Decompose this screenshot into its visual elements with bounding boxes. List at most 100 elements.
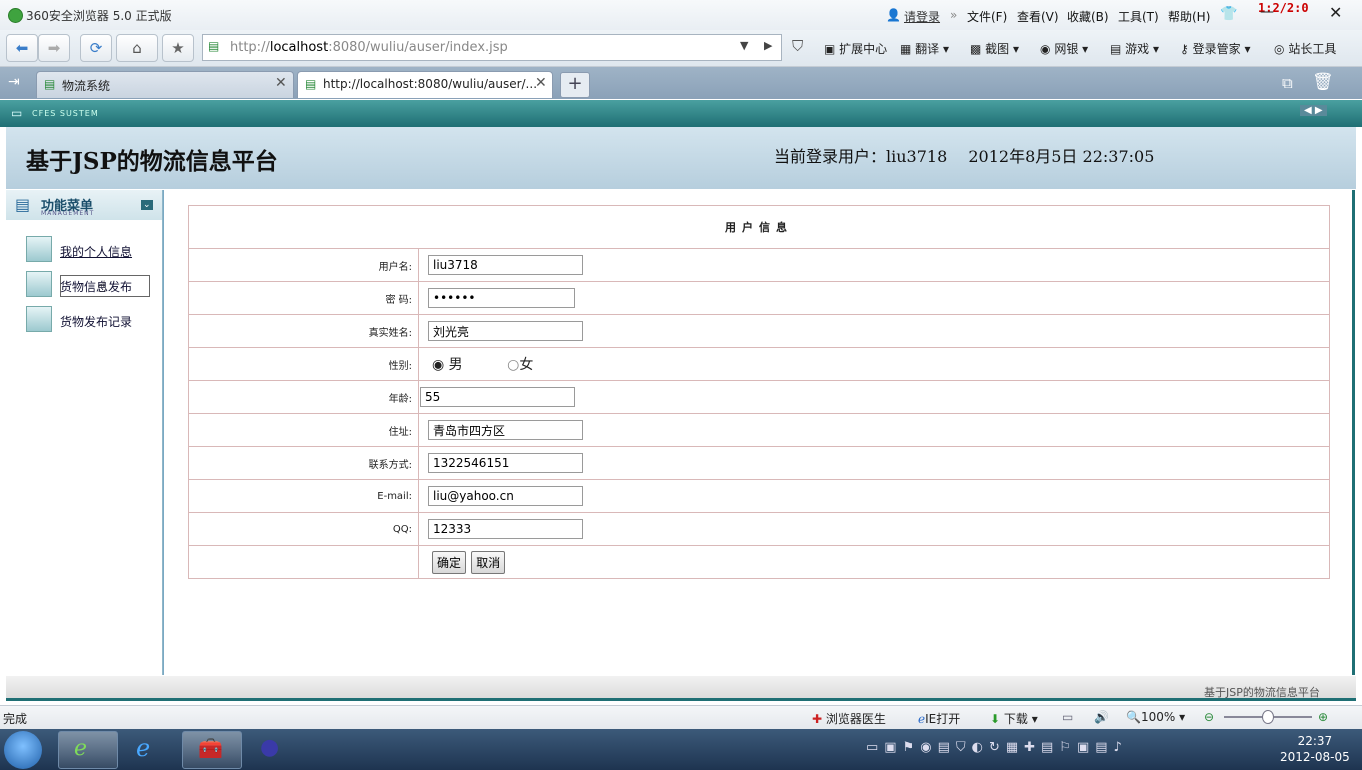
password-label: 密 码: bbox=[188, 281, 419, 315]
arrow-right-icon: ➡ bbox=[47, 39, 61, 57]
zoom-in-icon[interactable]: ⊕ bbox=[1318, 710, 1328, 724]
monitor-icon: ▭ bbox=[11, 106, 23, 120]
sidebar-item-my-info[interactable]: 我的个人信息 bbox=[60, 243, 132, 260]
menu-view[interactable]: 查看(V) bbox=[1017, 8, 1059, 25]
gender-label: 性别: bbox=[188, 347, 419, 381]
taskbar-clock[interactable]: 22:37 2012-08-05 bbox=[1280, 733, 1350, 765]
menu-icon: ▤ bbox=[15, 195, 31, 214]
download-button[interactable]: ⬇ 下载 ▾ bbox=[990, 710, 1038, 727]
gender-female-label: 女 bbox=[519, 357, 534, 373]
minimize-icon[interactable]: — bbox=[1260, 4, 1274, 20]
arrow-left-icon: ⬅ bbox=[15, 39, 29, 57]
favorite-button[interactable]: ★ bbox=[162, 34, 194, 62]
left-menu-panel bbox=[6, 190, 164, 675]
qq-label: QQ: bbox=[188, 512, 419, 546]
username-input[interactable] bbox=[428, 255, 583, 275]
clock-time: 22:37 bbox=[1297, 734, 1333, 748]
gender-female-radio[interactable]: ○ bbox=[507, 357, 519, 373]
webmaster-tools-button[interactable]: ◎ 站长工具 bbox=[1274, 40, 1336, 57]
page-icon: ▤ bbox=[44, 77, 56, 91]
menu-file[interactable]: 文件(F) bbox=[967, 8, 1007, 25]
close-window-icon[interactable]: ✕ bbox=[1329, 3, 1342, 22]
frame-band bbox=[0, 100, 1362, 127]
go-icon[interactable]: ▶ bbox=[764, 39, 772, 52]
shield-icon[interactable]: ⛉ bbox=[792, 37, 803, 55]
address-label: 住址: bbox=[188, 413, 419, 447]
browser-doctor-button[interactable]: ✚ 浏览器医生 bbox=[812, 710, 886, 727]
zoom-control[interactable]: 🔍100% ▾ bbox=[1126, 710, 1185, 724]
skin-shirt-icon[interactable]: 👕 bbox=[1220, 6, 1237, 22]
taskbar-360-browser[interactable] bbox=[58, 731, 118, 769]
login-manager-button[interactable]: ⚷ 登录管家 ▾ bbox=[1180, 40, 1250, 57]
window-title: 360安全浏览器 5.0 正式版 bbox=[26, 9, 172, 23]
username-label: 用户名: bbox=[188, 248, 419, 282]
cargo-records-icon bbox=[26, 306, 52, 332]
menu-help[interactable]: 帮助(H) bbox=[1168, 8, 1210, 25]
screenshot-button[interactable]: ▩ 截图 ▾ bbox=[970, 40, 1019, 57]
system-label: CFES SUSTEM bbox=[32, 109, 99, 118]
gender-male-radio[interactable]: ◉ bbox=[432, 357, 444, 373]
qq-input[interactable] bbox=[428, 519, 583, 539]
realname-input[interactable] bbox=[428, 321, 583, 341]
contact-label: 联系方式: bbox=[188, 446, 419, 480]
extension-center-button[interactable]: ▣ 扩展中心 bbox=[824, 40, 887, 57]
key-icon: ⚷ bbox=[1180, 42, 1189, 56]
cargo-publish-icon bbox=[26, 271, 52, 297]
window-icon[interactable]: ▭ bbox=[1062, 710, 1073, 724]
plus-icon: + bbox=[567, 73, 583, 94]
email-input[interactable] bbox=[428, 486, 583, 506]
user-icon: 👤 bbox=[886, 8, 901, 22]
trash-icon[interactable]: 🗑 bbox=[1312, 72, 1334, 92]
translate-button[interactable]: ▦ 翻译 ▾ bbox=[900, 40, 949, 57]
chevron-right-icon: » bbox=[950, 8, 958, 22]
sidebar-item-cargo-publish[interactable]: 货物信息发布 bbox=[60, 278, 132, 295]
age-label: 年龄: bbox=[188, 380, 419, 414]
menu-tools[interactable]: 工具(T) bbox=[1118, 8, 1159, 25]
zoom-slider-handle[interactable] bbox=[1262, 710, 1274, 724]
menu-subtitle: MANAGEMENT bbox=[41, 210, 95, 217]
age-input[interactable] bbox=[420, 387, 575, 407]
contact-input[interactable] bbox=[428, 453, 583, 473]
tab-close-icon[interactable]: ✕ bbox=[535, 75, 547, 91]
cancel-button[interactable]: 取消 bbox=[471, 550, 506, 574]
volume-icon[interactable]: 🔊 bbox=[1094, 710, 1109, 724]
password-input[interactable] bbox=[428, 288, 575, 308]
download-icon: ⬇ bbox=[990, 712, 1001, 726]
refresh-icon: ⟳ bbox=[89, 39, 103, 57]
realname-label: 真实姓名: bbox=[188, 314, 419, 348]
footer-text: 基于JSP的物流信息平台 bbox=[1204, 686, 1320, 699]
address-dropdown-icon[interactable]: ▼ bbox=[740, 39, 748, 52]
ie-open-button[interactable]: ℯIE打开 bbox=[918, 710, 960, 727]
tabs-restore-icon[interactable]: ⧉ bbox=[1282, 74, 1293, 92]
games-button[interactable]: ▤ 游戏 ▾ bbox=[1110, 40, 1159, 57]
tab-close-icon[interactable]: ✕ bbox=[275, 75, 287, 91]
system-tray-icons[interactable]: ▭▣⚑◉▤⛉◐↻▦✚▤⚐▣▤♪ bbox=[866, 740, 1128, 755]
form-header: 用户信息 bbox=[188, 205, 1330, 249]
refresh-button[interactable]: ⟳ bbox=[80, 34, 112, 62]
home-icon: ⌂ bbox=[132, 39, 142, 57]
home-button[interactable]: ⌂ bbox=[116, 34, 158, 62]
menu-favorites[interactable]: 收藏(B) bbox=[1067, 8, 1109, 25]
status-text: 完成 bbox=[3, 712, 28, 726]
gender-male-label: 男 bbox=[448, 357, 463, 373]
login-link[interactable]: 请登录 bbox=[904, 8, 940, 25]
tab-label: 物流系统 bbox=[62, 79, 111, 93]
browser-logo-icon bbox=[8, 8, 23, 23]
start-button[interactable] bbox=[4, 731, 42, 769]
address-input[interactable] bbox=[428, 420, 583, 440]
bank-icon: ◉ bbox=[1040, 42, 1051, 56]
forward-button[interactable]: ➡ bbox=[38, 34, 70, 62]
browser-360-icon: ℯ bbox=[74, 736, 88, 761]
sidebar-item-cargo-records[interactable]: 货物发布记录 bbox=[60, 313, 132, 330]
back-button[interactable]: ⬅ bbox=[6, 34, 38, 62]
sidebar-toggle-icon[interactable]: ⇥ bbox=[8, 74, 20, 90]
confirm-button[interactable]: 确定 bbox=[432, 550, 467, 574]
address-url[interactable]: http://localhost:8080/wuliu/auser/index.… bbox=[230, 40, 508, 55]
online-bank-button[interactable]: ◉ 网银 ▾ bbox=[1040, 40, 1088, 57]
star-icon: ★ bbox=[171, 39, 185, 57]
new-tab-button[interactable]: + bbox=[560, 72, 590, 98]
scroll-arrows-icon[interactable]: ◀ ▶ bbox=[1300, 105, 1327, 116]
tab-label: http://localhost:8080/wuliu/auser/... bbox=[323, 77, 538, 91]
zoom-out-icon[interactable]: ⊖ bbox=[1204, 710, 1214, 724]
collapse-icon[interactable]: ⌄ bbox=[141, 200, 153, 210]
